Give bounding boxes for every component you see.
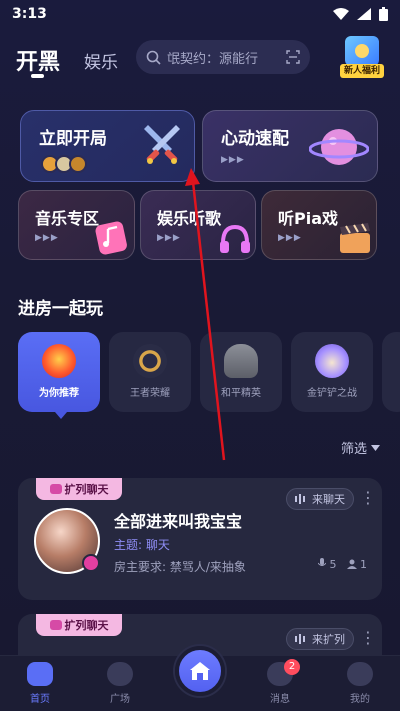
card-dots: ▶▶▶ <box>35 233 59 243</box>
home-center-button[interactable] <box>175 646 225 696</box>
player-avatar <box>69 155 87 173</box>
join-chat-button[interactable]: 来聊天 <box>286 488 354 510</box>
microphone-icon <box>317 558 327 566</box>
card-dots: ▶▶▶ <box>221 155 245 165</box>
pia-drama-card[interactable]: 听Pia戏 ▶▶▶ <box>261 190 377 260</box>
mic-count: 5 <box>329 558 337 571</box>
wifi-icon <box>333 8 349 20</box>
soundwave-icon <box>295 494 305 504</box>
game-label: 王者荣耀 <box>130 388 170 399</box>
game-label: 为你推荐 <box>39 388 79 399</box>
headphones-icon <box>220 224 250 253</box>
status-time: 3:13 <box>12 6 47 22</box>
room-category-badge: 扩列聊天 <box>36 614 122 636</box>
top-header: 开黑 娱乐 氓契约：源能行 新人福利 <box>0 36 400 82</box>
join-chat-label: 来聊天 <box>312 493 345 506</box>
status-bar: 3:13 <box>0 0 400 28</box>
game-tile-peacekeeper-elite[interactable]: 和平精英 <box>200 332 282 412</box>
newbie-label: 新人福利 <box>340 64 384 78</box>
helmet-icon <box>224 344 258 378</box>
game-tile-more[interactable] <box>382 332 400 412</box>
user-count: 1 <box>360 558 367 571</box>
game-label: 和平精英 <box>221 388 261 399</box>
room-title: 全部进来叫我宝宝 <box>114 512 243 531</box>
status-icons <box>333 7 388 21</box>
tab-entertainment[interactable]: 娱乐 <box>84 48 118 73</box>
card-dots: ▶▶▶ <box>278 233 302 243</box>
filter-button[interactable]: 筛选 <box>341 438 380 457</box>
newbie-gift-button[interactable]: 新人福利 <box>340 36 384 80</box>
room-badge-label: 扩列聊天 <box>64 483 109 496</box>
room-card[interactable]: 扩列聊天 全部进来叫我宝宝 主题: 聊天 房主要求: 禁骂人/来抽象 来聊天 ⋮… <box>18 478 382 600</box>
active-tile-pointer <box>55 412 67 419</box>
user-icon <box>346 559 357 569</box>
profile-face-icon <box>347 662 373 686</box>
more-options-icon[interactable]: ⋮ <box>360 628 376 647</box>
pia-drama-title: 听Pia戏 <box>278 209 339 228</box>
search-placeholder: 氓契约：源能行 <box>167 51 259 67</box>
tab-kaihei[interactable]: 开黑 <box>16 44 60 76</box>
search-icon <box>146 50 161 65</box>
tab-plaza[interactable]: 广场 <box>90 662 150 705</box>
quick-match-title: 心动速配 <box>221 129 289 149</box>
tab-home[interactable]: 首页 <box>10 662 70 705</box>
start-game-title: 立即开局 <box>39 129 107 149</box>
mascot-icon <box>315 344 349 378</box>
flame-icon <box>42 344 76 378</box>
host-badge-icon <box>82 554 100 572</box>
join-chat-label: 来扩列 <box>312 633 345 646</box>
chat-icon <box>49 620 62 630</box>
battery-icon <box>379 7 388 21</box>
chat-icon <box>49 484 62 494</box>
message-count-badge: 2 <box>284 659 300 675</box>
entertainment-music-card[interactable]: 娱乐听歌 ▶▶▶ <box>140 190 256 260</box>
search-bar[interactable]: 氓契约：源能行 <box>136 40 310 74</box>
scan-icon[interactable] <box>286 50 300 64</box>
tab-plaza-label: 广场 <box>110 694 130 705</box>
music-zone-card[interactable]: 音乐专区 ▶▶▶ <box>18 190 135 260</box>
active-tab-indicator <box>31 74 44 78</box>
room-topic: 主题: 聊天 <box>114 538 170 552</box>
caret-down-icon <box>371 444 380 451</box>
mic-stat: 5 <box>317 558 337 571</box>
room-stats: 5 1 <box>317 558 367 571</box>
room-requirement: 房主要求: 禁骂人/来抽象 <box>114 560 246 574</box>
clapperboard-icon <box>340 223 370 253</box>
game-label: 金铲铲之战 <box>307 388 357 399</box>
card-dots: ▶▶▶ <box>157 233 181 243</box>
more-options-icon[interactable]: ⋮ <box>360 488 376 507</box>
tab-me-label: 我的 <box>350 694 370 705</box>
planet-tab-icon <box>107 662 133 686</box>
user-stat: 1 <box>346 558 367 571</box>
game-tile-golden-spatula[interactable]: 金铲铲之战 <box>291 332 373 412</box>
tab-messages[interactable]: 消息 <box>250 662 310 705</box>
crossed-swords-icon <box>144 125 180 164</box>
gift-icon <box>345 36 379 66</box>
planet-icon <box>309 129 369 165</box>
music-note-icon <box>95 221 127 255</box>
game-tile-honor-of-kings[interactable]: 王者荣耀 <box>109 332 191 412</box>
tab-home-label: 首页 <box>30 694 50 705</box>
section-title: 进房一起玩 <box>18 299 103 319</box>
entertainment-music-title: 娱乐听歌 <box>157 209 222 228</box>
home-icon <box>190 662 210 680</box>
game-tile-recommended[interactable]: 为你推荐 <box>18 332 100 412</box>
honor-of-kings-icon <box>133 344 167 378</box>
join-chat-button[interactable]: 来扩列 <box>286 628 354 650</box>
tab-me[interactable]: 我的 <box>330 662 390 705</box>
soundwave-icon <box>295 634 305 644</box>
signal-icon <box>357 8 371 20</box>
gamepad-icon <box>27 662 53 686</box>
room-category-badge: 扩列聊天 <box>36 478 122 500</box>
room-badge-label: 扩列聊天 <box>64 619 109 632</box>
player-avatars <box>41 155 87 173</box>
filter-label: 筛选 <box>340 442 367 457</box>
music-zone-title: 音乐专区 <box>35 209 100 228</box>
start-game-card[interactable]: 立即开局 <box>20 110 195 182</box>
tab-messages-label: 消息 <box>270 694 290 705</box>
quick-match-card[interactable]: 心动速配 ▶▶▶ <box>202 110 378 182</box>
